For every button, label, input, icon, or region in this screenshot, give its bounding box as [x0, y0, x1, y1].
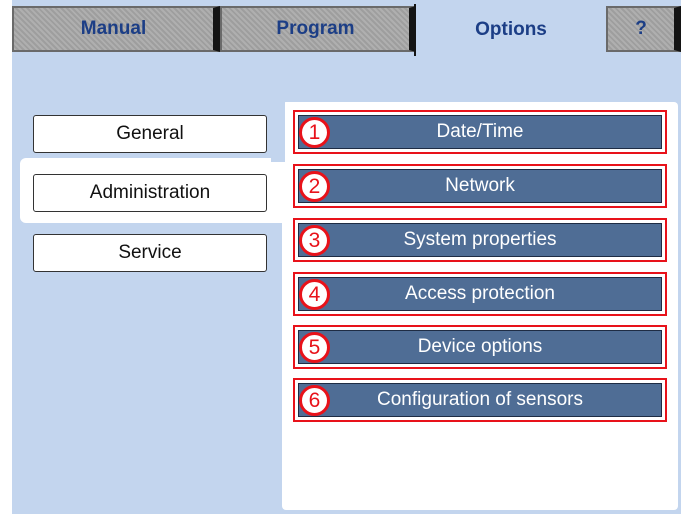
access-protection-callout: 4 Access protection [293, 272, 667, 316]
access-protection-button[interactable]: 4 Access protection [298, 277, 662, 311]
callout-number-6: 6 [299, 385, 330, 416]
system-properties-button[interactable]: 3 System properties [298, 223, 662, 257]
system-properties-label: System properties [403, 229, 557, 250]
tab-help[interactable]: ? [606, 6, 681, 52]
configuration-of-sensors-label: Configuration of sensors [377, 389, 583, 410]
callout-number-1: 1 [299, 117, 330, 148]
callout-number-4: 4 [299, 279, 330, 310]
device-options-callout: 5 Device options [293, 325, 667, 369]
tab-manual-label: Manual [80, 18, 147, 39]
tab-manual[interactable]: Manual [12, 6, 220, 52]
nav-general-button[interactable]: General [33, 115, 267, 153]
panel-divider [271, 102, 285, 162]
tab-options-label: Options [475, 19, 547, 40]
nav-administration-button[interactable]: Administration [33, 174, 267, 212]
tab-options[interactable]: Options [414, 4, 606, 56]
system-properties-callout: 3 System properties [293, 218, 667, 262]
nav-administration-label: Administration [89, 182, 211, 203]
nav-service-label: Service [118, 242, 182, 263]
tab-bar: Manual Program Options ? [12, 0, 681, 58]
network-callout: 2 Network [293, 164, 667, 208]
callout-number-2: 2 [299, 171, 330, 202]
access-protection-label: Access protection [405, 283, 555, 304]
tab-program-label: Program [276, 18, 355, 39]
date-time-button[interactable]: 1 Date/Time [298, 115, 662, 149]
tab-program[interactable]: Program [220, 6, 416, 52]
callout-number-5: 5 [299, 332, 330, 363]
nav-general-label: General [116, 123, 184, 144]
network-label: Network [445, 175, 515, 196]
configuration-of-sensors-button[interactable]: 6 Configuration of sensors [298, 383, 662, 417]
date-time-label: Date/Time [436, 121, 524, 142]
date-time-callout: 1 Date/Time [293, 110, 667, 154]
device-options-button[interactable]: 5 Device options [298, 330, 662, 364]
tab-help-label: ? [635, 18, 647, 39]
callout-number-3: 3 [299, 225, 330, 256]
configuration-of-sensors-callout: 6 Configuration of sensors [293, 378, 667, 422]
device-options-label: Device options [417, 336, 543, 357]
nav-service-button[interactable]: Service [33, 234, 267, 272]
network-button[interactable]: 2 Network [298, 169, 662, 203]
